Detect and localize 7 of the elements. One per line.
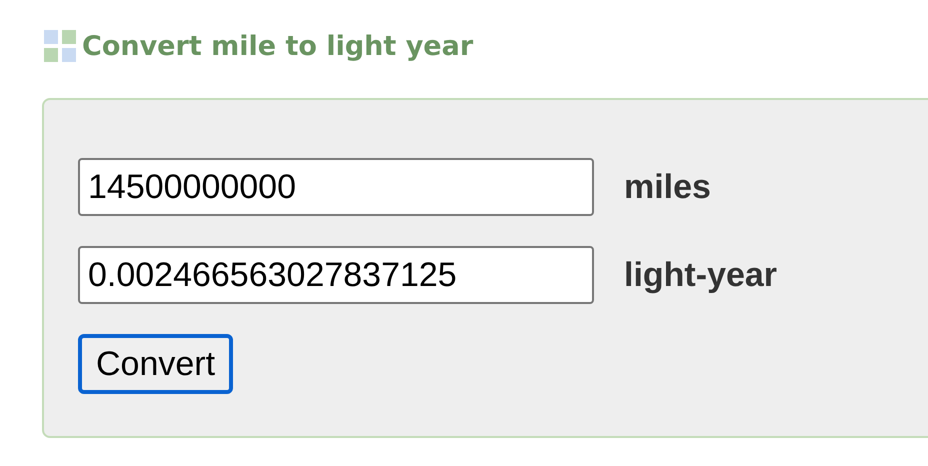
page-title: Convert mile to light year	[82, 30, 474, 62]
unit-label: light-year	[624, 256, 778, 294]
unit-label: miles	[624, 168, 711, 206]
convert-button[interactable]: Convert	[78, 334, 234, 394]
grid-icon	[44, 30, 76, 62]
input-field[interactable]: 0.002466563027837125	[78, 246, 594, 304]
input-field[interactable]: 14500000000	[78, 158, 594, 216]
